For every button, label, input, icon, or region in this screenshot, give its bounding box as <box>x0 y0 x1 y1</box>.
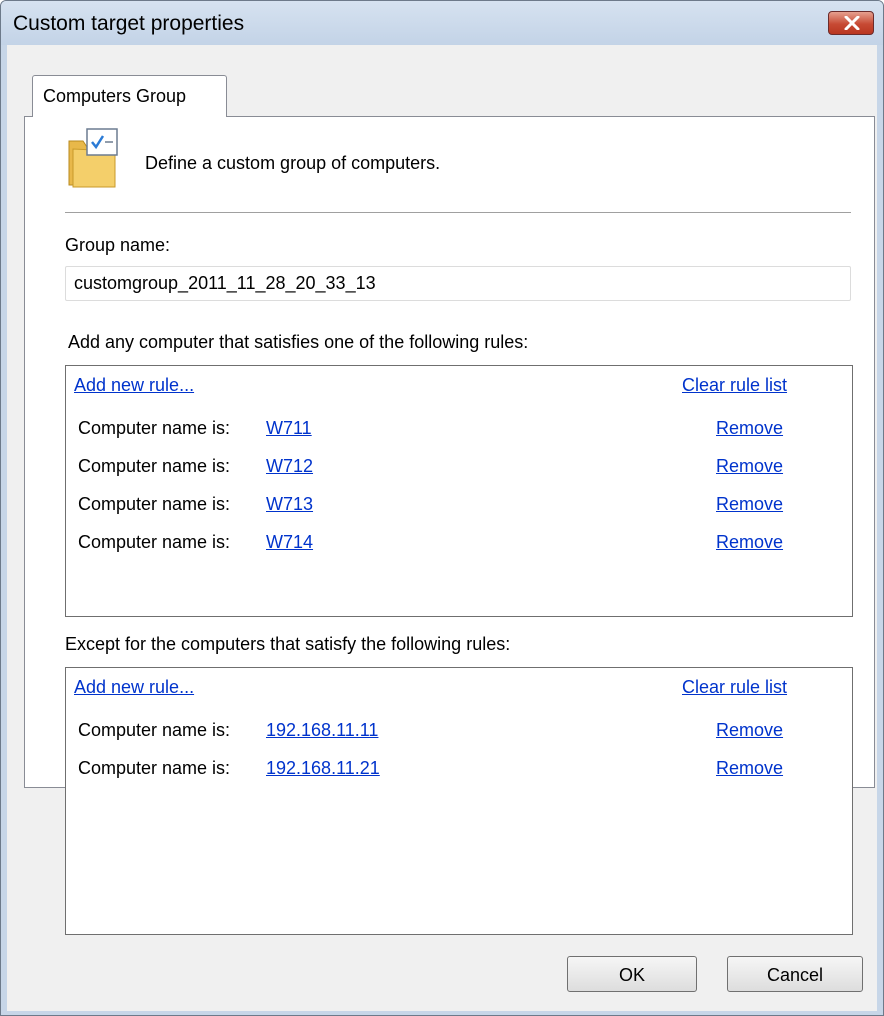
rule-value-link[interactable]: W713 <box>266 494 313 515</box>
list-item: Computer name is: W713 Remove <box>78 494 838 520</box>
close-icon <box>844 16 860 30</box>
remove-rule-link[interactable]: Remove <box>716 532 783 553</box>
include-rules-box: Add new rule... Clear rule list Computer… <box>65 365 853 617</box>
rule-value-link[interactable]: 192.168.11.21 <box>266 758 380 779</box>
header-description: Define a custom group of computers. <box>145 153 441 173</box>
dialog-window: Custom target properties Computers Group… <box>0 0 884 1016</box>
rule-value-link[interactable]: 192.168.11.11 <box>266 720 378 741</box>
rule-value-link[interactable]: W711 <box>266 418 312 439</box>
clear-include-rules-link[interactable]: Clear rule list <box>682 375 787 396</box>
remove-rule-link[interactable]: Remove <box>716 758 783 779</box>
list-item: Computer name is: 192.168.11.11 Remove <box>78 720 838 746</box>
rule-prefix: Computer name is: <box>78 494 231 514</box>
exclude-rules-box: Add new rule... Clear rule list Computer… <box>65 667 853 935</box>
group-name-input[interactable] <box>65 266 851 301</box>
window-title: Custom target properties <box>13 12 245 35</box>
close-button[interactable] <box>828 11 874 35</box>
rule-prefix: Computer name is: <box>78 758 231 778</box>
folder-checklist-icon <box>68 128 118 188</box>
rule-prefix: Computer name is: <box>78 418 231 438</box>
clear-exclude-rules-link[interactable]: Clear rule list <box>682 677 787 698</box>
remove-rule-link[interactable]: Remove <box>716 494 783 515</box>
rule-prefix: Computer name is: <box>78 456 231 476</box>
ok-button[interactable]: OK <box>567 956 697 992</box>
group-name-label: Group name: <box>65 235 171 255</box>
rule-prefix: Computer name is: <box>78 532 231 552</box>
remove-rule-link[interactable]: Remove <box>716 456 783 477</box>
cancel-button[interactable]: Cancel <box>727 956 863 992</box>
add-exclude-rule-link[interactable]: Add new rule... <box>74 677 194 698</box>
list-item: Computer name is: W711 Remove <box>78 418 838 444</box>
tab-label: Computers Group <box>43 86 187 106</box>
separator <box>65 212 851 213</box>
list-item: Computer name is: W712 Remove <box>78 456 838 482</box>
remove-rule-link[interactable]: Remove <box>716 720 783 741</box>
rule-value-link[interactable]: W712 <box>266 456 313 477</box>
tab-panel: Define a custom group of computers. Grou… <box>24 116 875 935</box>
add-include-rule-link[interactable]: Add new rule... <box>74 375 194 396</box>
remove-rule-link[interactable]: Remove <box>716 418 783 439</box>
include-rules-label: Add any computer that satisfies one of t… <box>68 332 529 352</box>
list-item: Computer name is: W714 Remove <box>78 532 838 558</box>
list-item: Computer name is: 192.168.11.21 Remove <box>78 758 838 784</box>
rule-prefix: Computer name is: <box>78 720 231 740</box>
rule-value-link[interactable]: W714 <box>266 532 313 553</box>
title-bar: Custom target properties <box>1 1 883 45</box>
exclude-rules-label: Except for the computers that satisfy th… <box>65 634 511 654</box>
tab-computers-group[interactable]: Computers Group <box>32 75 227 117</box>
dialog-client-area: Computers Group Define a custom group of… <box>7 45 877 1011</box>
